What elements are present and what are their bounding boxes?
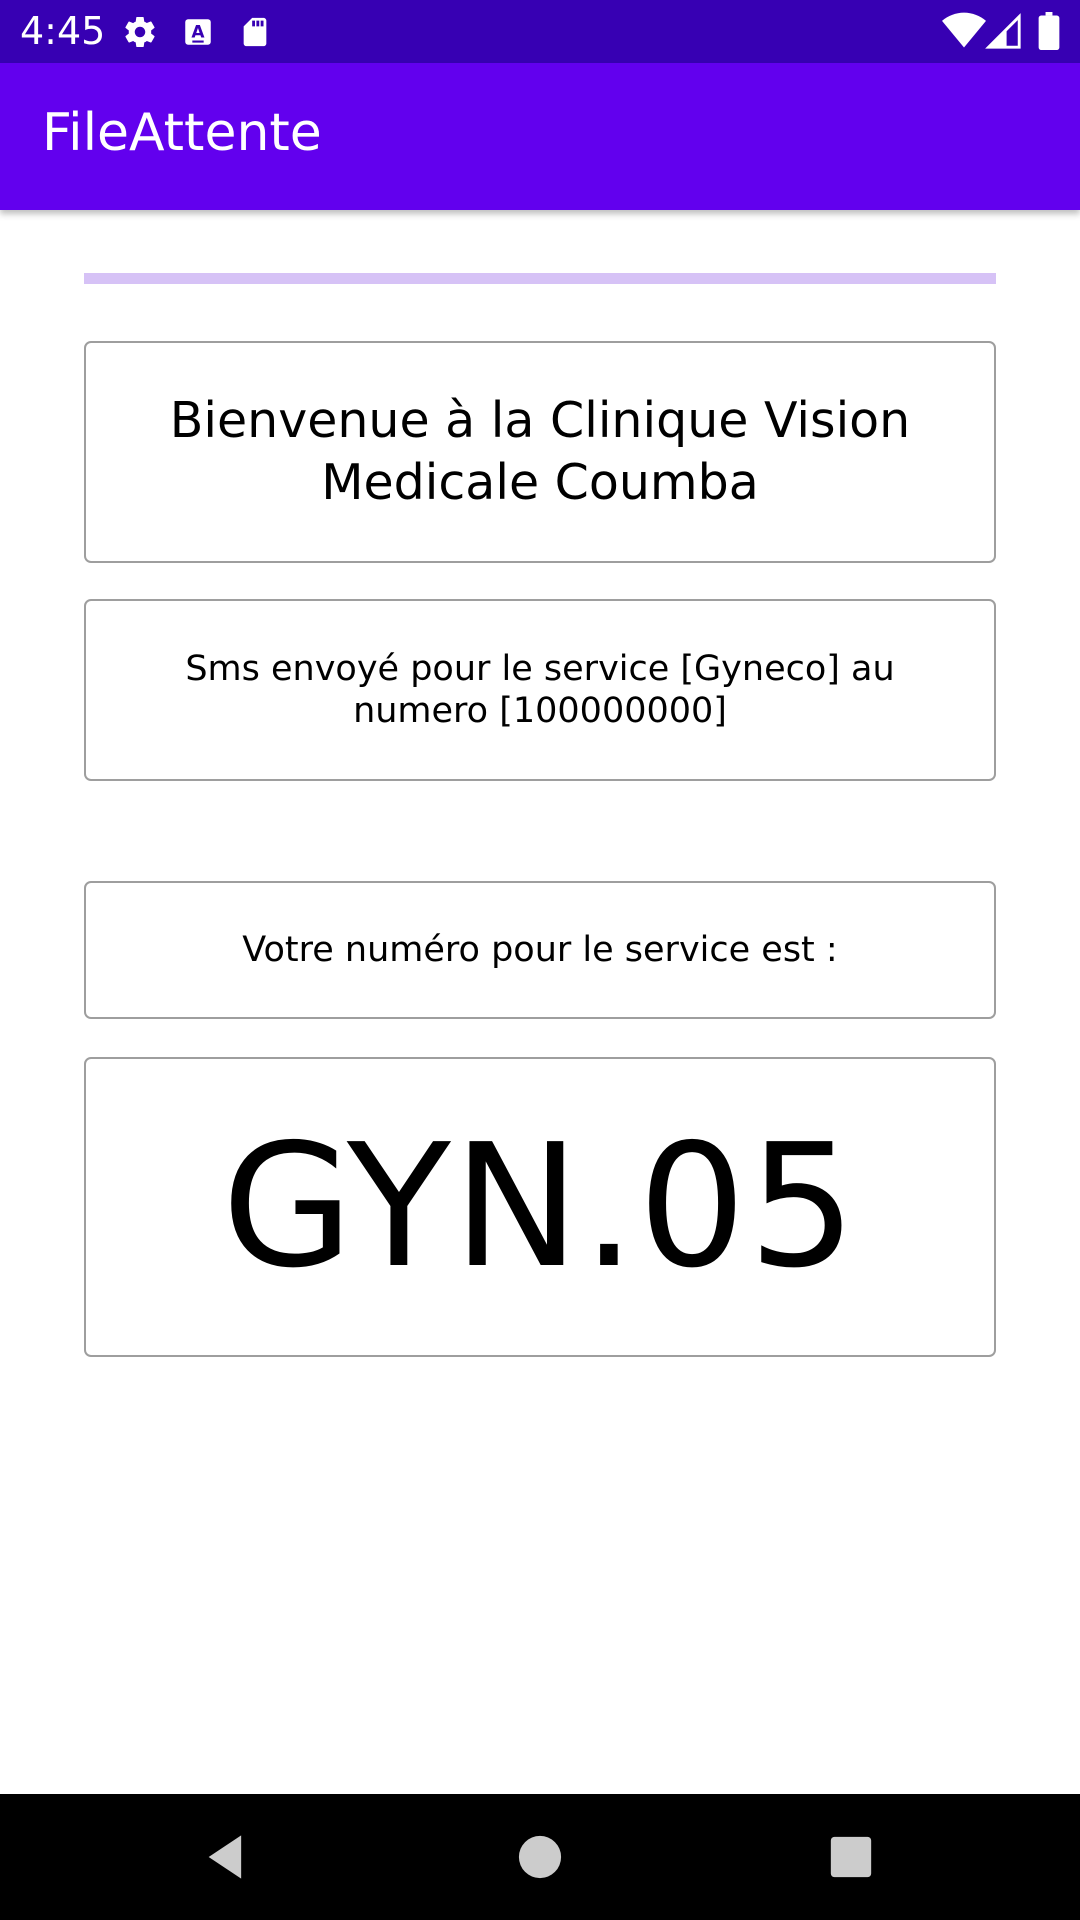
home-icon[interactable] (507, 1824, 573, 1890)
navigation-bar (0, 1794, 1080, 1920)
sms-confirmation: Sms envoyé pour le service [Gyneco] au n… (84, 599, 996, 781)
battery-icon (1038, 12, 1060, 54)
recents-icon[interactable] (818, 1824, 884, 1890)
app-bar: FileAttente (0, 63, 1080, 210)
gear-icon (122, 14, 158, 54)
signal-icon (985, 12, 1021, 54)
number-label: Votre numéro pour le service est : (84, 881, 996, 1019)
progress-bar (84, 273, 996, 284)
app-title: FileAttente (42, 103, 322, 163)
sd-card-icon (238, 14, 272, 54)
status-time: 4:45 (20, 9, 106, 53)
back-icon[interactable] (193, 1824, 259, 1890)
status-bar: 4:45 A (0, 0, 1080, 63)
wifi-icon (942, 12, 986, 54)
ticket-number: GYN.05 (84, 1057, 996, 1357)
a-text-icon: A (181, 14, 215, 54)
svg-text:A: A (191, 23, 205, 43)
welcome-message: Bienvenue à la Clinique Vision Medicale … (84, 341, 996, 563)
